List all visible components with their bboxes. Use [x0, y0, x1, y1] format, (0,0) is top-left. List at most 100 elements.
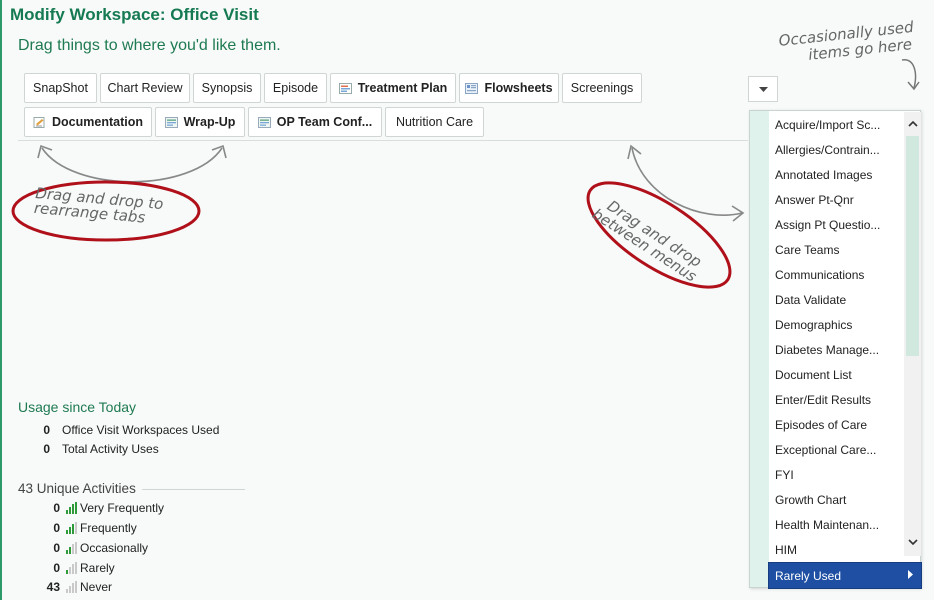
tab-synopsis[interactable]: Synopsis [193, 73, 261, 103]
curved-arrow-icon [901, 59, 920, 91]
signal-bars-icon [66, 562, 77, 574]
frequency-row: 0 Very Frequently [32, 501, 164, 515]
modify-workspace-panel: Modify Workspace: Office Visit Drag thin… [0, 0, 934, 600]
frequency-label: Very Frequently [80, 501, 165, 515]
menu-item-rarely-used[interactable]: Rarely Used [768, 562, 922, 589]
page-title: Modify Workspace: Office Visit [10, 5, 259, 24]
menu-item-label: Exceptional Care... [775, 442, 877, 457]
tab-op-team-conf[interactable]: OP Team Conf... [248, 107, 382, 137]
menu-item[interactable]: Episodes of Care [769, 412, 905, 437]
frequency-label: Occasionally [80, 541, 149, 555]
menu-item[interactable]: FYI [769, 462, 905, 487]
flowsheets-icon [465, 82, 479, 94]
menu-item[interactable]: Answer Pt-Qnr [769, 187, 905, 212]
menu-item[interactable]: Allergies/Contrain... [769, 137, 905, 162]
menu-item-label: Annotated Images [775, 167, 873, 182]
menu-item-label: Data Validate [775, 292, 847, 307]
frequency-label: Never [80, 580, 113, 594]
menu-item-label: Rarely Used [775, 568, 842, 583]
submenu-arrow-icon [908, 570, 913, 579]
annotation-occasional: Occasionally used items go here [778, 18, 916, 66]
menu-item[interactable]: Health Maintenan... [769, 512, 905, 537]
signal-bars-icon [66, 502, 77, 514]
menu-item[interactable]: HIM [769, 537, 917, 562]
tab-nutrition-care[interactable]: Nutrition Care [385, 107, 484, 137]
unique-divider [142, 489, 245, 490]
frequency-count: 43 [46, 580, 60, 594]
tab-screenings[interactable]: Screenings [562, 73, 642, 103]
menu-item-label: Health Maintenan... [775, 517, 880, 532]
menu-scrollbar[interactable] [904, 112, 921, 556]
tab-documentation[interactable]: Documentation [24, 107, 152, 137]
usage-count: 0 [43, 442, 50, 456]
tab-label: Flowsheets [484, 81, 553, 95]
menu-item[interactable]: Demographics [769, 312, 905, 337]
frequency-count: 0 [53, 561, 60, 575]
menu-item[interactable]: Enter/Edit Results [769, 387, 905, 412]
signal-bars-icon [66, 522, 77, 534]
tab-label: Chart Review [107, 81, 183, 95]
signal-bars-icon [66, 581, 77, 593]
menu-item-label: Acquire/Import Sc... [775, 117, 881, 132]
menu-item-label: HIM [775, 542, 797, 557]
menu-item[interactable]: Communications [769, 262, 905, 287]
tab-label: OP Team Conf... [276, 115, 373, 129]
tab-label: SnapShot [33, 81, 88, 95]
menu-item-label: Allergies/Contrain... [775, 142, 880, 157]
tab-label: Treatment Plan [357, 81, 448, 95]
signal-bars-icon [66, 542, 77, 554]
menu-item-label: Demographics [775, 317, 853, 332]
usage-label: Office Visit Workspaces Used [62, 423, 220, 437]
menu-item-label: FYI [775, 467, 794, 482]
wrap-up-icon [164, 116, 178, 128]
tab-chart-review[interactable]: Chart Review [100, 73, 190, 103]
menu-item-label: Diabetes Manage... [775, 342, 880, 357]
chevron-down-icon [758, 86, 768, 92]
frequency-row: 0 Frequently [32, 521, 137, 535]
menu-item-label: Assign Pt Questio... [775, 217, 881, 232]
menu-item[interactable]: Exceptional Care... [769, 437, 905, 462]
unique-activities-title: 43 Unique Activities [18, 481, 136, 496]
chevron-up-icon [907, 121, 918, 127]
menu-item[interactable]: Document List [769, 362, 905, 387]
frequency-count: 0 [53, 501, 60, 515]
frequency-label: Rarely [80, 561, 115, 575]
scroll-down-button[interactable] [904, 532, 921, 552]
usage-count: 0 [43, 423, 50, 437]
menu-item[interactable]: Assign Pt Questio... [769, 212, 905, 237]
tab-label: Screenings [570, 81, 634, 95]
usage-title: Usage since Today [18, 399, 137, 415]
tab-label: Nutrition Care [395, 115, 474, 129]
frequency-row: 43 Never [32, 580, 112, 594]
menu-item[interactable]: Data Validate [769, 287, 917, 312]
frequency-label: Frequently [80, 521, 137, 535]
frequency-count: 0 [53, 521, 60, 535]
menu-item-label: Episodes of Care [775, 417, 868, 432]
menu-item-label: Answer Pt-Qnr [775, 192, 854, 207]
scroll-thumb[interactable] [906, 136, 919, 356]
menu-item[interactable]: Growth Chart [769, 487, 905, 512]
frequency-count: 0 [53, 541, 60, 555]
menu-item-label: Enter/Edit Results [775, 392, 872, 407]
tab-flowsheets[interactable]: Flowsheets [459, 73, 559, 103]
menu-item-label: Growth Chart [775, 492, 847, 507]
menu-item-label: Document List [775, 367, 852, 382]
scroll-up-button[interactable] [904, 114, 921, 134]
frequency-row: 0 Occasionally [32, 541, 148, 555]
menu-item[interactable]: Diabetes Manage... [769, 337, 905, 362]
tab-label: Episode [272, 81, 319, 95]
menu-item[interactable]: Acquire/Import Sc... [769, 112, 905, 137]
frequency-row: 0 Rarely [32, 561, 115, 575]
tab-label: Synopsis [201, 81, 253, 95]
tab-snapshot[interactable]: SnapShot [24, 73, 97, 103]
menu-item-label: Communications [775, 267, 865, 282]
treatment-plan-icon [338, 82, 352, 94]
usage-label: Total Activity Uses [62, 442, 159, 456]
tab-episode[interactable]: Episode [264, 73, 327, 103]
menu-item[interactable]: Annotated Images [769, 162, 905, 187]
menu-item[interactable]: Care Teams [769, 237, 905, 262]
tab-label: Wrap-Up [183, 115, 236, 129]
overflow-menu-button[interactable] [748, 76, 778, 102]
tab-wrap-up[interactable]: Wrap-Up [155, 107, 245, 137]
tab-treatment-plan[interactable]: Treatment Plan [330, 73, 456, 103]
